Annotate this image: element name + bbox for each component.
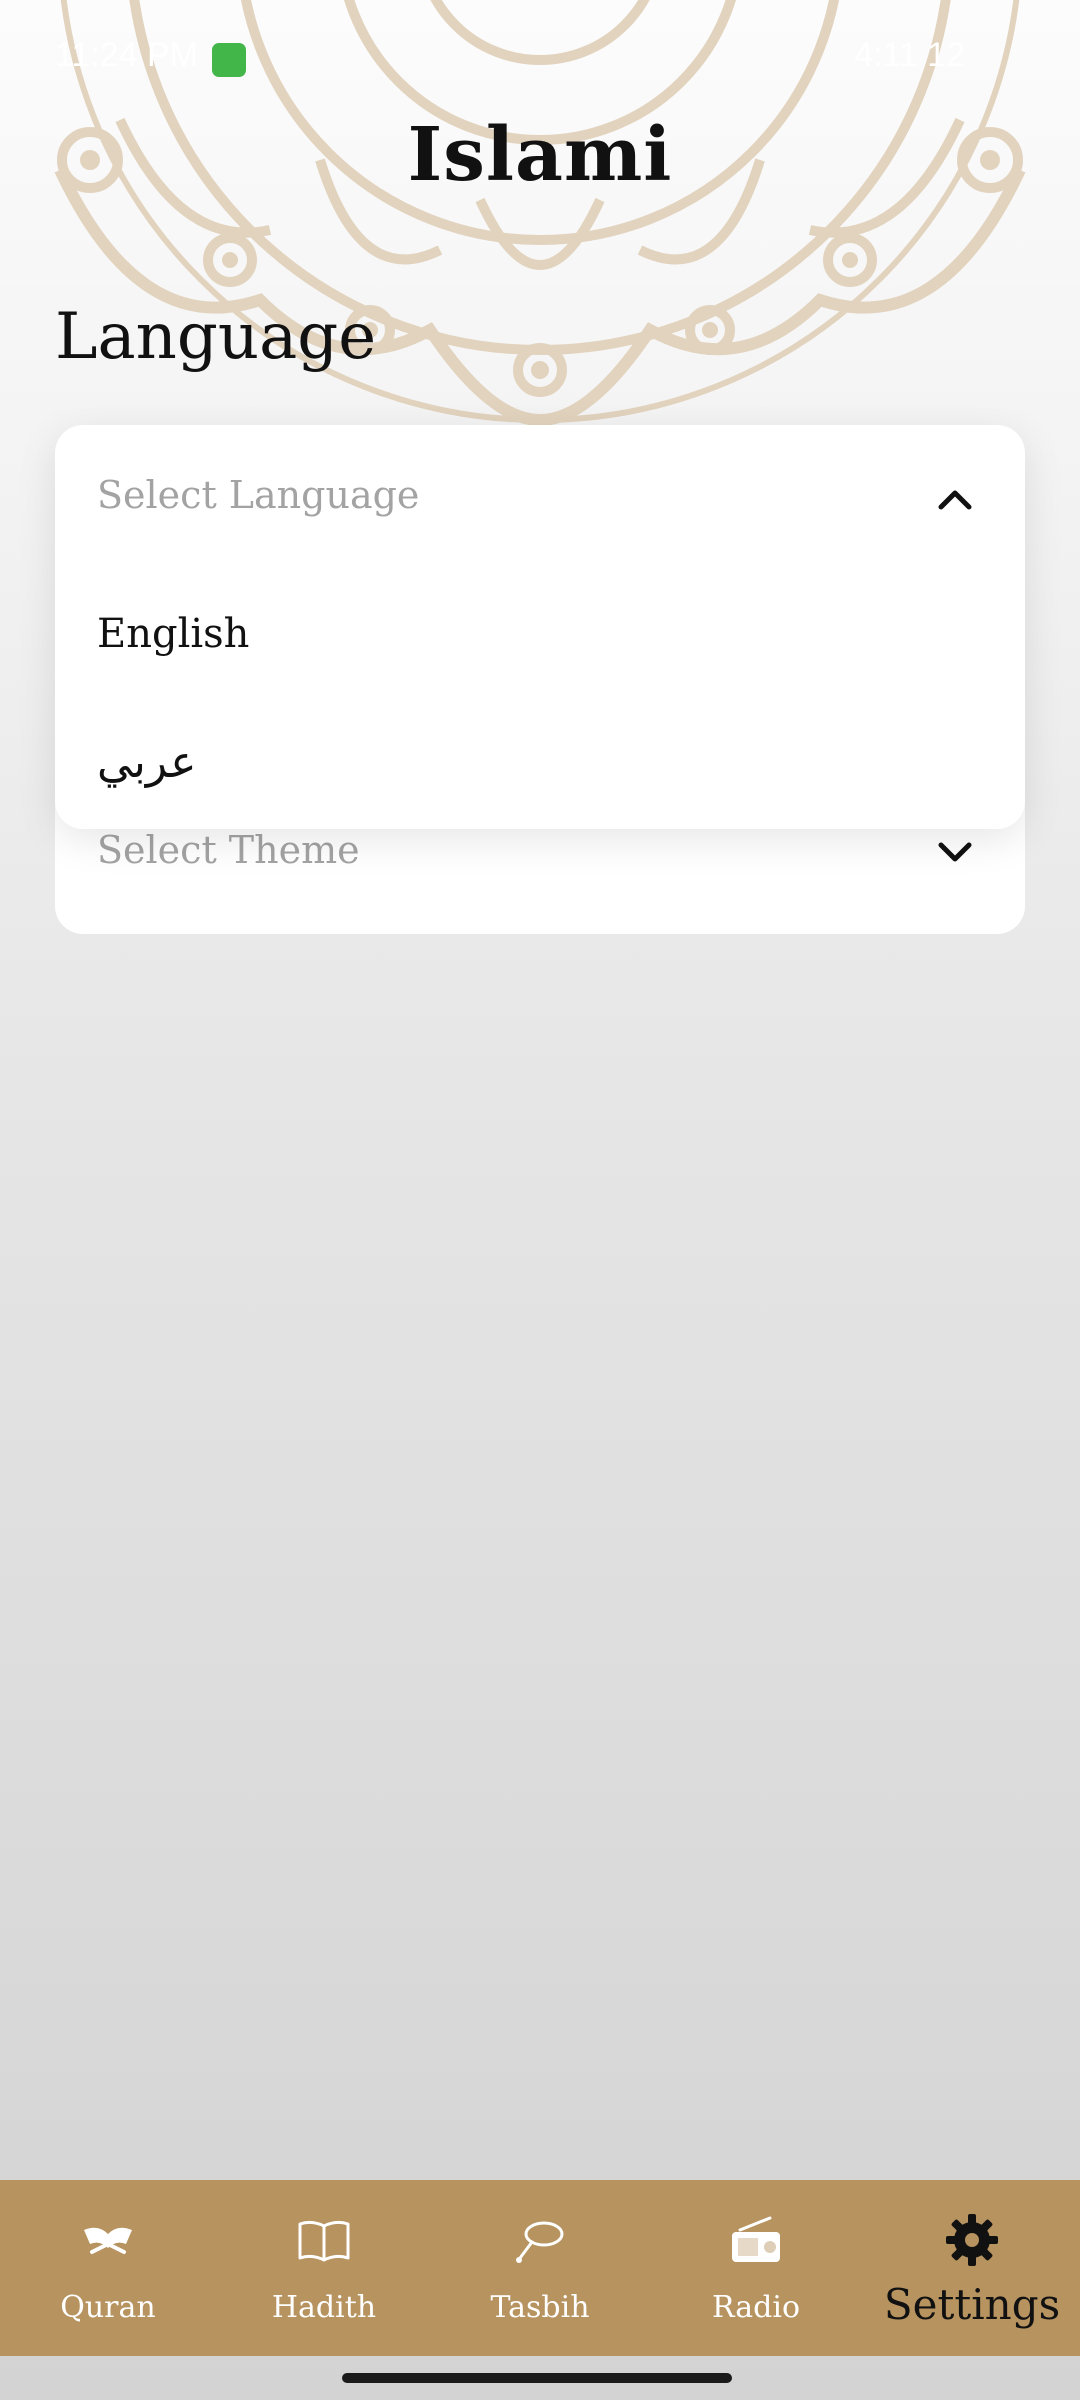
nav-label-settings: Settings — [883, 2280, 1061, 2329]
android-app-icon — [212, 43, 246, 77]
nav-label-radio: Radio — [711, 2290, 801, 2325]
status-indicators: 4:11 12 — [854, 36, 965, 74]
nav-item-hadith[interactable]: Hadith — [216, 2180, 432, 2356]
theme-select-placeholder: Select Theme — [97, 828, 360, 872]
nav-item-radio[interactable]: Radio — [648, 2180, 864, 2356]
chevron-down-icon — [938, 842, 972, 862]
language-option-english[interactable]: English — [97, 611, 249, 657]
nav-label-hadith: Hadith — [271, 2290, 377, 2325]
home-indicator[interactable] — [342, 2373, 732, 2383]
status-bar: 11:24 PM 4:11 12 — [0, 0, 1080, 120]
book-icon — [298, 2220, 350, 2262]
language-section-title: Language — [55, 300, 377, 374]
bottom-navigation: Quran Hadith Tasbih Radio Settings — [0, 2180, 1080, 2356]
tasbih-icon — [516, 2221, 564, 2263]
nav-label-quran: Quran — [60, 2290, 156, 2325]
quran-icon — [84, 2227, 132, 2254]
app-title: Islami — [407, 112, 673, 198]
nav-item-settings[interactable]: Settings — [864, 2180, 1080, 2356]
language-select-placeholder: Select Language — [97, 473, 420, 517]
language-option-arabic[interactable]: عربي — [97, 737, 196, 788]
language-select-dropdown[interactable]: Select Language English عربي — [55, 425, 1025, 829]
nav-label-tasbih: Tasbih — [490, 2290, 590, 2325]
nav-item-tasbih[interactable]: Tasbih — [432, 2180, 648, 2356]
chevron-up-icon[interactable] — [937, 488, 973, 512]
gear-icon — [946, 2214, 998, 2266]
nav-item-quran[interactable]: Quran — [0, 2180, 216, 2356]
radio-icon — [732, 2216, 780, 2262]
status-time: 11:24 PM — [55, 36, 199, 74]
